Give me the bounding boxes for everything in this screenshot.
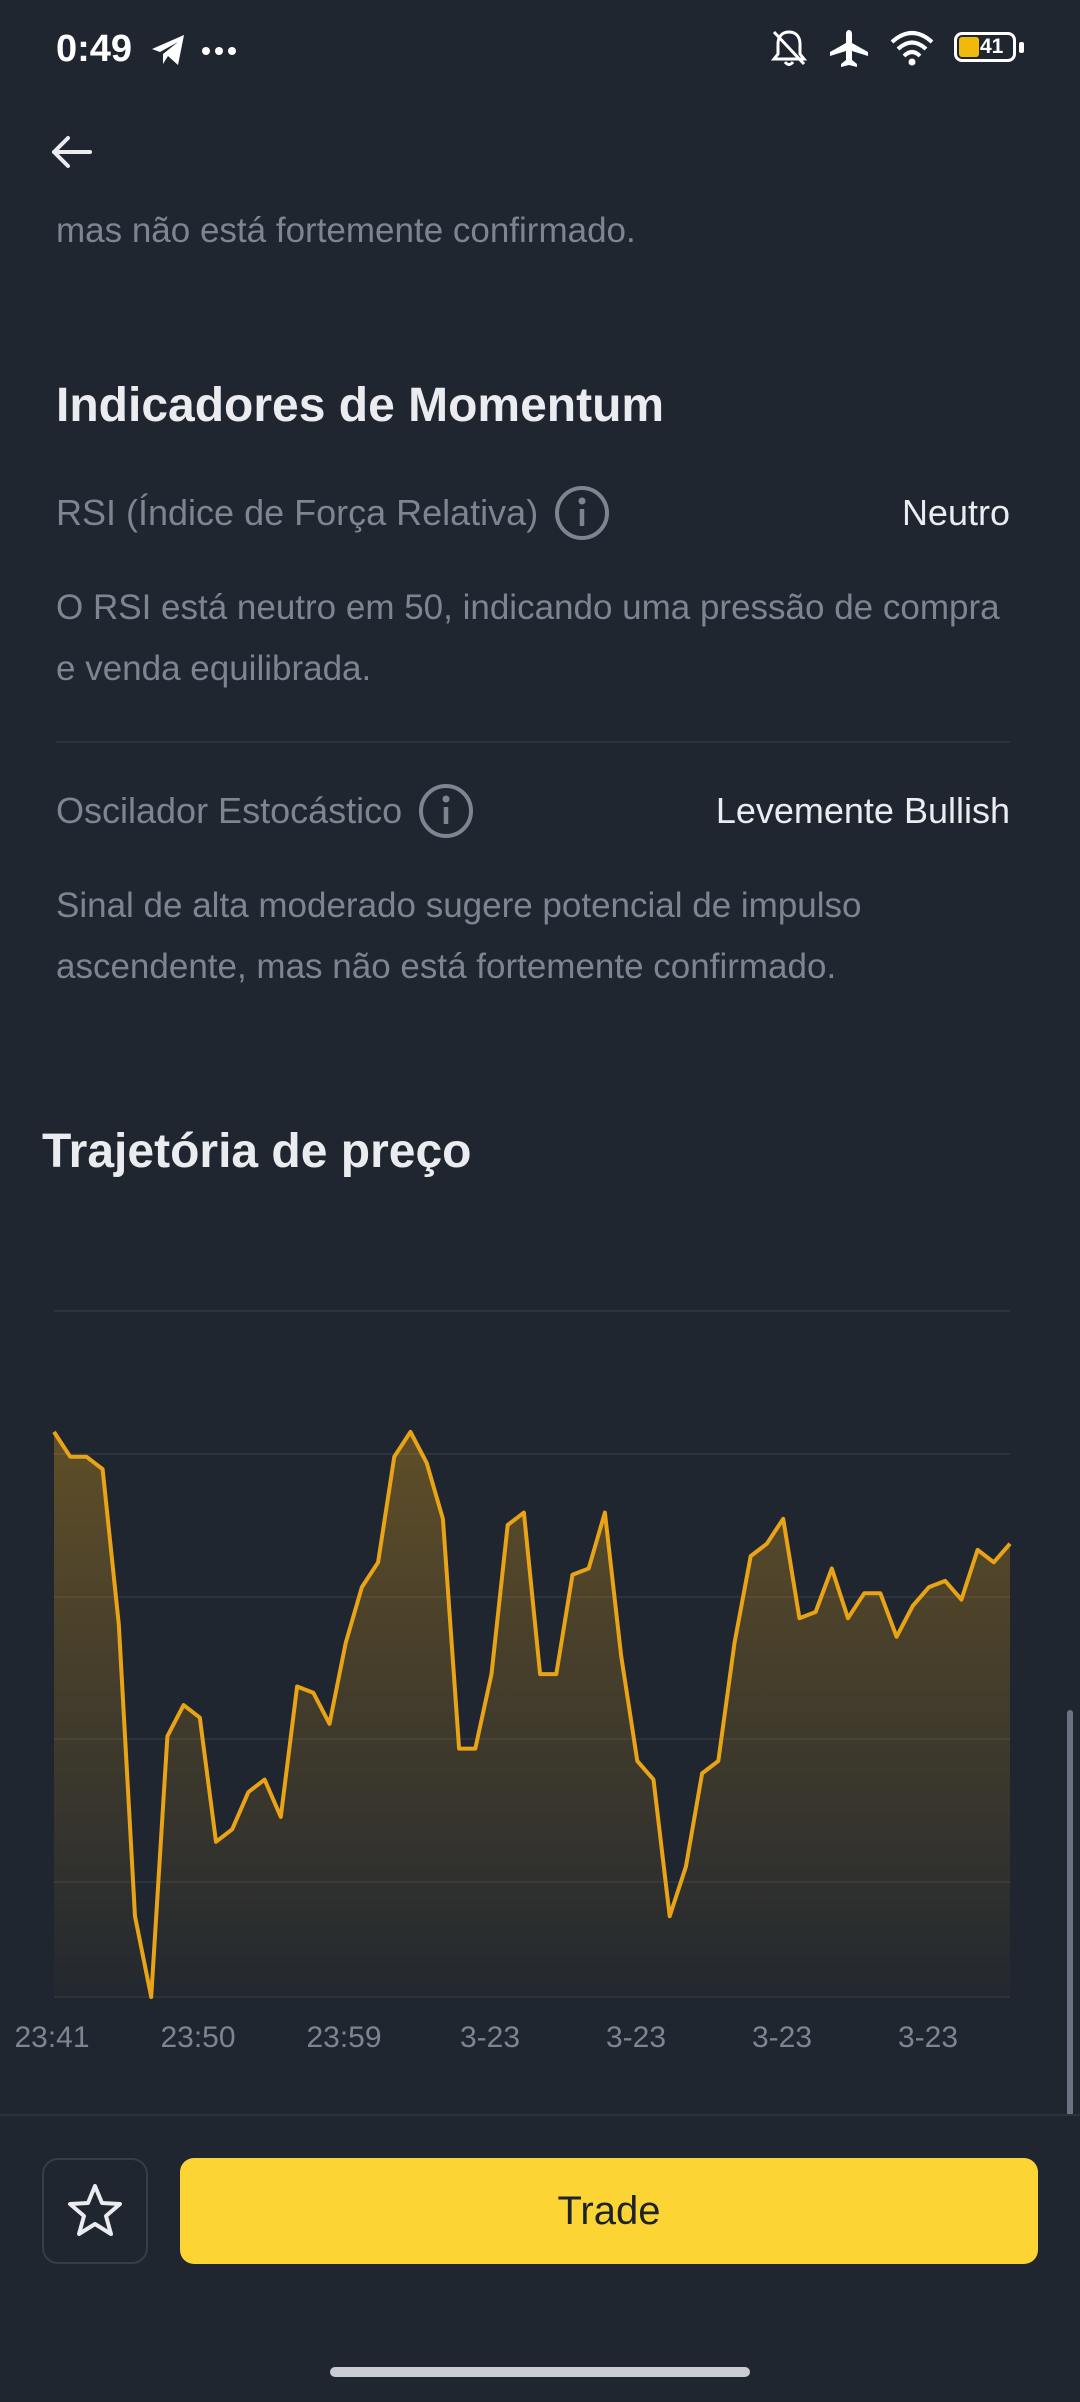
scrollbar[interactable] <box>1067 1710 1073 2116</box>
status-bar: 0:49 41 <box>0 0 1080 100</box>
favorite-button[interactable] <box>42 2158 148 2264</box>
back-button[interactable] <box>48 128 96 176</box>
divider <box>56 741 1010 743</box>
status-right-icons: 41 <box>770 28 1024 68</box>
indicator-value-rsi: Neutro <box>901 492 1010 533</box>
airplane-icon <box>830 30 868 67</box>
status-left-icons <box>150 30 240 75</box>
x-axis-tick-label: 3-23 <box>460 2021 520 2054</box>
telegram-icon <box>152 35 184 65</box>
info-icon[interactable] <box>418 783 474 839</box>
indicator-value-stochastic: Levemente Bullish <box>715 790 1010 831</box>
indicator-description-rsi: O RSI está neutro em 50, indicando uma p… <box>56 588 1000 688</box>
home-indicator[interactable] <box>330 2367 750 2377</box>
battery-level: 41 <box>980 35 1004 58</box>
momentum-section-title: Indicadores de Momentum <box>56 379 665 432</box>
x-axis-tick-label: 23:41 <box>14 2021 89 2054</box>
info-icon[interactable] <box>554 485 610 541</box>
status-time: 0:49 <box>56 28 133 70</box>
x-axis-tick-label: 23:59 <box>306 2021 381 2054</box>
indicator-description-stochastic: Sinal de alta moderado sugere potencial … <box>56 886 862 986</box>
mute-bell-icon <box>770 30 808 66</box>
x-axis-tick-label: 23:50 <box>160 2021 235 2054</box>
indicator-name-stochastic: Oscilador Estocástico <box>56 776 474 846</box>
wifi-icon <box>890 31 934 66</box>
arrow-left-icon <box>52 136 92 168</box>
price-chart[interactable]: 23:41 23:50 23:59 3-23 3-23 3-23 3-23 <box>0 1280 1080 2080</box>
x-axis-tick-label: 3-23 <box>898 2021 958 2054</box>
star-icon <box>68 2184 122 2236</box>
more-dots-icon <box>202 47 236 55</box>
price-chart-title: Trajetória de preço <box>42 1125 472 1178</box>
indicator-label: Oscilador Estocástico <box>56 790 403 831</box>
x-axis-tick-label: 3-23 <box>606 2021 666 2054</box>
indicator-row-rsi: RSI (Índice de Força Relativa) Neutro <box>56 478 1010 548</box>
indicator-label: RSI (Índice de Força Relativa) <box>56 492 539 533</box>
x-axis-tick-label: 3-23 <box>752 2021 812 2054</box>
trade-button[interactable]: Trade <box>180 2158 1038 2264</box>
previous-section-text: mas não está fortemente confirmado. <box>56 211 636 250</box>
battery-icon: 41 <box>954 32 1024 64</box>
indicator-name-rsi: RSI (Índice de Força Relativa) <box>56 478 610 548</box>
indicator-row-stochastic: Oscilador Estocástico Levemente Bullish <box>56 776 1010 846</box>
